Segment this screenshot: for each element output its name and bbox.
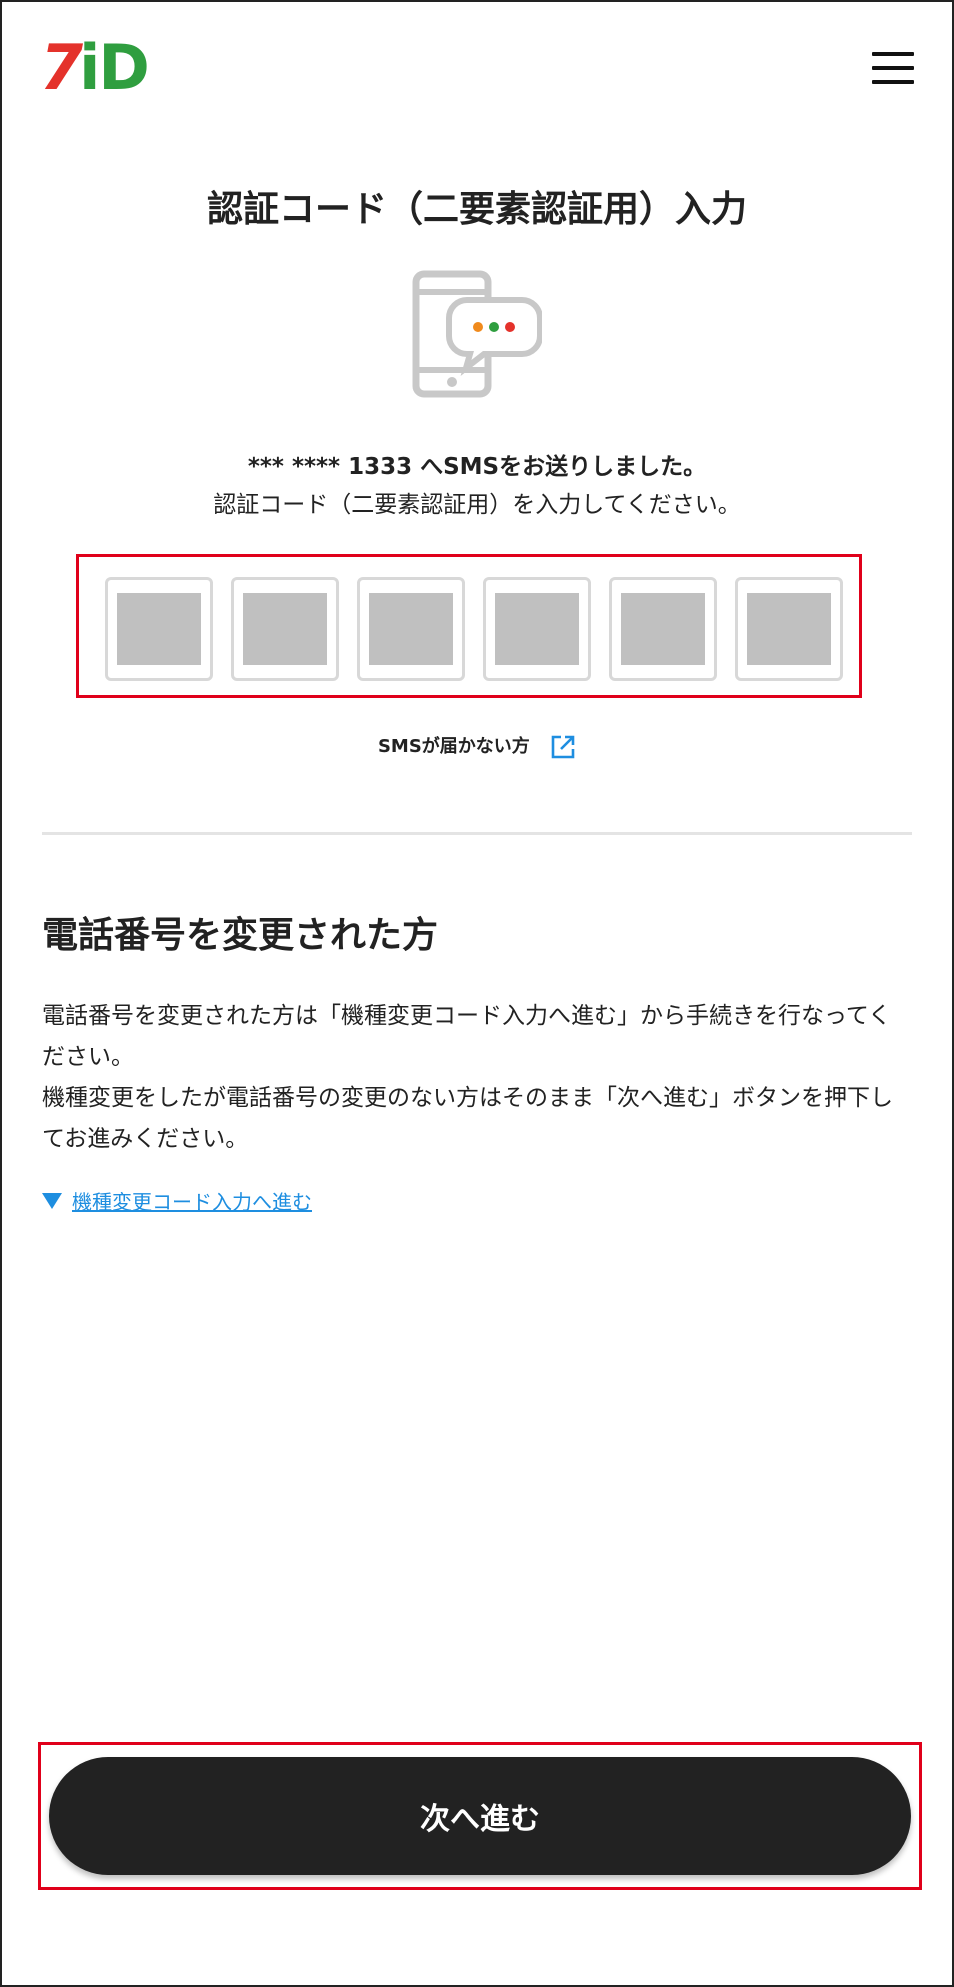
device-change-code-link-label[interactable]: 機種変更コード入力へ進む bbox=[72, 1186, 312, 1215]
sms-phone-icon bbox=[412, 270, 542, 398]
logo-i: i bbox=[79, 31, 101, 104]
external-link-icon bbox=[551, 735, 575, 759]
menu-bar bbox=[872, 66, 914, 70]
phone-change-description: 電話番号を変更された方は「機種変更コード入力へ進む」から手続きを行なってください… bbox=[42, 996, 912, 1160]
code-input-group bbox=[76, 554, 862, 698]
code-digit-input-5[interactable] bbox=[609, 577, 717, 681]
code-digit-input-3[interactable] bbox=[357, 577, 465, 681]
phone-change-heading: 電話番号を変更された方 bbox=[42, 915, 439, 956]
code-digit-placeholder bbox=[117, 593, 201, 665]
sms-not-received-label: SMSが届かない方 bbox=[377, 736, 530, 757]
phone-change-paragraph-2: 機種変更をしたが電話番号の変更のない方はそのまま「次へ進む」ボタンを押下してお進… bbox=[42, 1085, 893, 1152]
page-title: 認証コード（二要素認証用）入力 bbox=[206, 189, 747, 230]
device-change-code-link[interactable]: 機種変更コード入力へ進む bbox=[42, 1186, 312, 1215]
next-button-highlight: 次へ進む bbox=[38, 1742, 922, 1890]
logo-d: D bbox=[98, 31, 150, 104]
code-digit-input-2[interactable] bbox=[231, 577, 339, 681]
enter-code-line: 認証コード（二要素認証用）を入力してください。 bbox=[213, 492, 741, 518]
section-divider bbox=[42, 832, 912, 835]
code-digit-placeholder bbox=[495, 593, 579, 665]
next-button[interactable]: 次へ進む bbox=[49, 1757, 911, 1875]
menu-bar bbox=[872, 52, 914, 56]
7id-logo[interactable]: 7 i D bbox=[40, 31, 150, 104]
code-digit-placeholder bbox=[243, 593, 327, 665]
code-digit-input-4[interactable] bbox=[483, 577, 591, 681]
code-digit-placeholder bbox=[747, 593, 831, 665]
triangle-down-icon bbox=[42, 1192, 62, 1209]
menu-bar bbox=[872, 80, 914, 84]
code-digit-placeholder bbox=[369, 593, 453, 665]
page-frame: 7 i D 認証コード（二要素認証用）入力 *** **** 1333 へSMS… bbox=[0, 0, 954, 1987]
code-digit-input-1[interactable] bbox=[105, 577, 213, 681]
code-digit-placeholder bbox=[621, 593, 705, 665]
sms-sent-message: *** **** 1333 へSMSをお送りしました。 認証コード（二要素認証用… bbox=[2, 448, 952, 524]
logo-seven: 7 bbox=[40, 31, 83, 104]
phone-change-paragraph-1: 電話番号を変更された方は「機種変更コード入力へ進む」から手続きを行なってください… bbox=[42, 1003, 892, 1070]
code-digit-input-6[interactable] bbox=[735, 577, 843, 681]
sms-not-received-link[interactable]: SMSが届かない方 bbox=[2, 732, 952, 760]
sms-sent-line: *** **** 1333 へSMSをお送りしました。 bbox=[247, 454, 707, 480]
hamburger-menu-icon[interactable] bbox=[872, 52, 914, 84]
